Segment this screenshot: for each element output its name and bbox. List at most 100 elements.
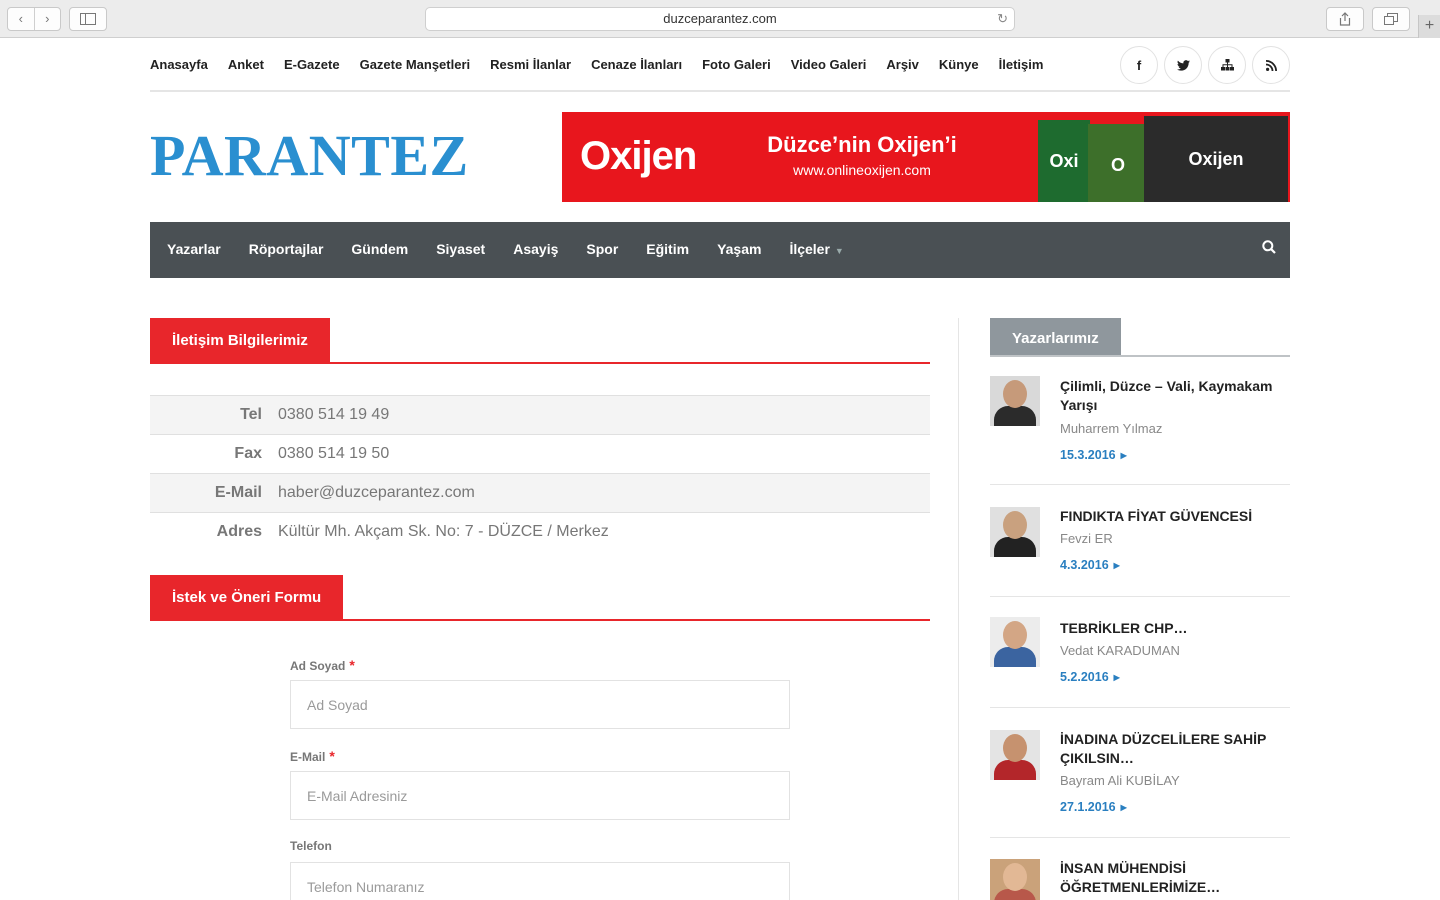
facebook-icon[interactable]: f bbox=[1120, 46, 1158, 84]
sitemap-icon[interactable] bbox=[1208, 46, 1246, 84]
category-label: Gündem bbox=[351, 241, 409, 257]
author-card[interactable]: İNSAN MÜHENDİSİ ÖĞRETMENLERİMİZE… bbox=[990, 838, 1290, 900]
category-item-ilceler[interactable]: İlçeler ▼ bbox=[789, 241, 843, 257]
article-title-link[interactable]: İNSAN MÜHENDİSİ ÖĞRETMENLERİMİZE… bbox=[1060, 859, 1290, 897]
form-section-header: İstek ve Öneri Formu bbox=[150, 575, 930, 621]
caret-down-icon: ▼ bbox=[834, 246, 844, 256]
suggestion-form: Ad Soyad* E-Mail* Telefon bbox=[290, 650, 790, 900]
article-title-link[interactable]: FINDIKTA FİYAT GÜVENCESİ bbox=[1060, 507, 1252, 526]
top-menu-item-iletisim[interactable]: İletişim bbox=[999, 57, 1044, 72]
back-icon[interactable]: ‹ bbox=[8, 8, 35, 30]
article-date-link[interactable]: 15.3.2016 ▶ bbox=[1060, 448, 1127, 462]
category-label: Yaşam bbox=[717, 241, 762, 257]
author-photo[interactable] bbox=[990, 507, 1040, 557]
author-photo[interactable] bbox=[990, 376, 1040, 426]
authors-section-header: Yazarlarımız bbox=[990, 318, 1290, 357]
author-name: Muharrem Yılmaz bbox=[1060, 421, 1163, 436]
contact-row: Adres Kültür Mh. Akçam Sk. No: 7 - DÜZCE … bbox=[150, 512, 930, 551]
tabs-overview-icon[interactable] bbox=[1372, 7, 1410, 31]
search-icon[interactable] bbox=[1262, 240, 1276, 259]
author-name: Vedat KARADUMAN bbox=[1060, 643, 1180, 658]
contact-value: Kültür Mh. Akçam Sk. No: 7 - DÜZCE / Mer… bbox=[278, 523, 609, 540]
banner-magazine-covers: Oxi O Oxijen bbox=[1038, 112, 1290, 202]
history-nav: ‹ › bbox=[7, 7, 61, 31]
category-item-spor[interactable]: Spor bbox=[586, 241, 618, 257]
contact-row: Tel 0380 514 19 49 bbox=[150, 395, 930, 434]
article-date-link[interactable]: 5.2.2016 ▶ bbox=[1060, 670, 1120, 684]
top-menu-item-e-gazete[interactable]: E-Gazete bbox=[284, 57, 340, 72]
new-tab-icon[interactable]: + bbox=[1418, 15, 1440, 38]
top-menu-item-resmi-ilanlar[interactable]: Resmi İlanlar bbox=[490, 57, 571, 72]
category-item-yasam[interactable]: Yaşam bbox=[717, 241, 761, 257]
column-divider bbox=[958, 318, 959, 900]
category-label: Eğitim bbox=[646, 241, 690, 257]
top-menu-item-anket[interactable]: Anket bbox=[228, 57, 264, 72]
form-heading: İstek ve Öneri Formu bbox=[150, 575, 344, 619]
top-menu-item-arsiv[interactable]: Arşiv bbox=[886, 57, 919, 72]
category-item-roportajlar[interactable]: Röportajlar bbox=[249, 241, 324, 257]
required-marker: * bbox=[329, 748, 335, 764]
required-marker: * bbox=[349, 657, 355, 673]
author-card[interactable]: İNADINA DÜZCELİLERE SAHİP ÇIKILSIN… Bayra… bbox=[990, 708, 1290, 838]
date-text: 15.3.2016 bbox=[1060, 448, 1116, 462]
article-date-link[interactable]: 4.3.2016 ▶ bbox=[1060, 558, 1120, 572]
contact-heading: İletişim Bilgilerimiz bbox=[150, 318, 330, 362]
top-menu-item-foto-galeri[interactable]: Foto Galeri bbox=[702, 57, 771, 72]
category-item-gundem[interactable]: Gündem bbox=[351, 241, 408, 257]
author-photo-head bbox=[1003, 734, 1027, 762]
rss-icon[interactable] bbox=[1252, 46, 1290, 84]
author-photo-body bbox=[994, 647, 1036, 667]
category-item-yazarlar[interactable]: Yazarlar bbox=[167, 241, 221, 257]
author-photo[interactable] bbox=[990, 730, 1040, 780]
sidebar-toggle-icon[interactable] bbox=[69, 7, 107, 31]
advertisement-banner[interactable]: Oxijen Düzce’nin Oxijen’i www.onlineoxij… bbox=[562, 112, 1290, 202]
name-field[interactable] bbox=[290, 680, 790, 729]
twitter-icon[interactable] bbox=[1164, 46, 1202, 84]
contact-value: 0380 514 19 50 bbox=[278, 445, 390, 462]
top-menu-item-anasayfa[interactable]: Anasayfa bbox=[150, 57, 208, 72]
forward-icon[interactable]: › bbox=[35, 8, 61, 30]
caret-right-icon: ▶ bbox=[1120, 451, 1127, 460]
author-photo[interactable] bbox=[990, 617, 1040, 667]
article-title-link[interactable]: İNADINA DÜZCELİLERE SAHİP ÇIKILSIN… bbox=[1060, 730, 1290, 768]
category-label: Röportajlar bbox=[248, 241, 324, 257]
banner-slogan: Düzce’nin Oxijen’i bbox=[767, 132, 957, 157]
article-title-link[interactable]: TEBRİKLER CHP… bbox=[1060, 619, 1188, 638]
phone-field[interactable] bbox=[290, 862, 790, 900]
top-menu: Anasayfa Anket E-Gazete Gazete Manşetleri Re… bbox=[150, 57, 1043, 72]
date-text: 5.2.2016 bbox=[1060, 670, 1109, 684]
article-date-link[interactable]: 27.1.2016 ▶ bbox=[1060, 800, 1127, 814]
url-text: duzceparantez.com bbox=[663, 11, 777, 26]
author-photo[interactable] bbox=[990, 859, 1040, 900]
top-menu-item-kunye[interactable]: Künye bbox=[939, 57, 979, 72]
caret-right-icon: ▶ bbox=[1113, 561, 1120, 570]
top-menu-item-gazete-mansetleri[interactable]: Gazete Manşetleri bbox=[360, 57, 471, 72]
top-navigation: Anasayfa Anket E-Gazete Gazete Manşetleri Re… bbox=[150, 46, 1290, 92]
contact-value: haber@duzceparantez.com bbox=[278, 484, 475, 501]
author-photo-body bbox=[994, 760, 1036, 780]
date-text: 27.1.2016 bbox=[1060, 800, 1116, 814]
category-label: Spor bbox=[586, 241, 619, 257]
category-item-siyaset[interactable]: Siyaset bbox=[436, 241, 485, 257]
reload-icon[interactable]: ↻ bbox=[997, 8, 1008, 30]
author-card[interactable]: TEBRİKLER CHP… Vedat KARADUMAN 5.2.2016 ▶ bbox=[990, 597, 1290, 708]
caret-right-icon: ▶ bbox=[1113, 673, 1120, 682]
category-item-asayis[interactable]: Asayiş bbox=[513, 241, 558, 257]
category-item-egitim[interactable]: Eğitim bbox=[646, 241, 689, 257]
email-field[interactable] bbox=[290, 771, 790, 820]
site-logo[interactable]: PARANTEZ bbox=[150, 123, 469, 189]
top-menu-item-cenaze-ilanlari[interactable]: Cenaze İlanları bbox=[591, 57, 682, 72]
share-icon[interactable] bbox=[1326, 7, 1364, 31]
magazine-cover: Oxijen bbox=[1144, 116, 1288, 202]
article-title-link[interactable]: Çilimli, Düzce – Vali, Kaymakam Yarışı bbox=[1060, 377, 1290, 415]
author-card[interactable]: Çilimli, Düzce – Vali, Kaymakam Yarışı Mu… bbox=[990, 370, 1290, 485]
author-name: Fevzi ER bbox=[1060, 531, 1113, 546]
social-links: f bbox=[1120, 46, 1290, 84]
author-card[interactable]: FINDIKTA FİYAT GÜVENCESİ Fevzi ER 4.3.2016… bbox=[990, 485, 1290, 597]
contact-row: Fax 0380 514 19 50 bbox=[150, 434, 930, 473]
top-menu-item-video-galeri[interactable]: Video Galeri bbox=[791, 57, 867, 72]
author-photo-body bbox=[994, 537, 1036, 557]
authors-heading: Yazarlarımız bbox=[990, 318, 1121, 355]
address-bar[interactable]: duzceparantez.com ↻ bbox=[425, 7, 1015, 31]
author-photo-head bbox=[1003, 511, 1027, 539]
